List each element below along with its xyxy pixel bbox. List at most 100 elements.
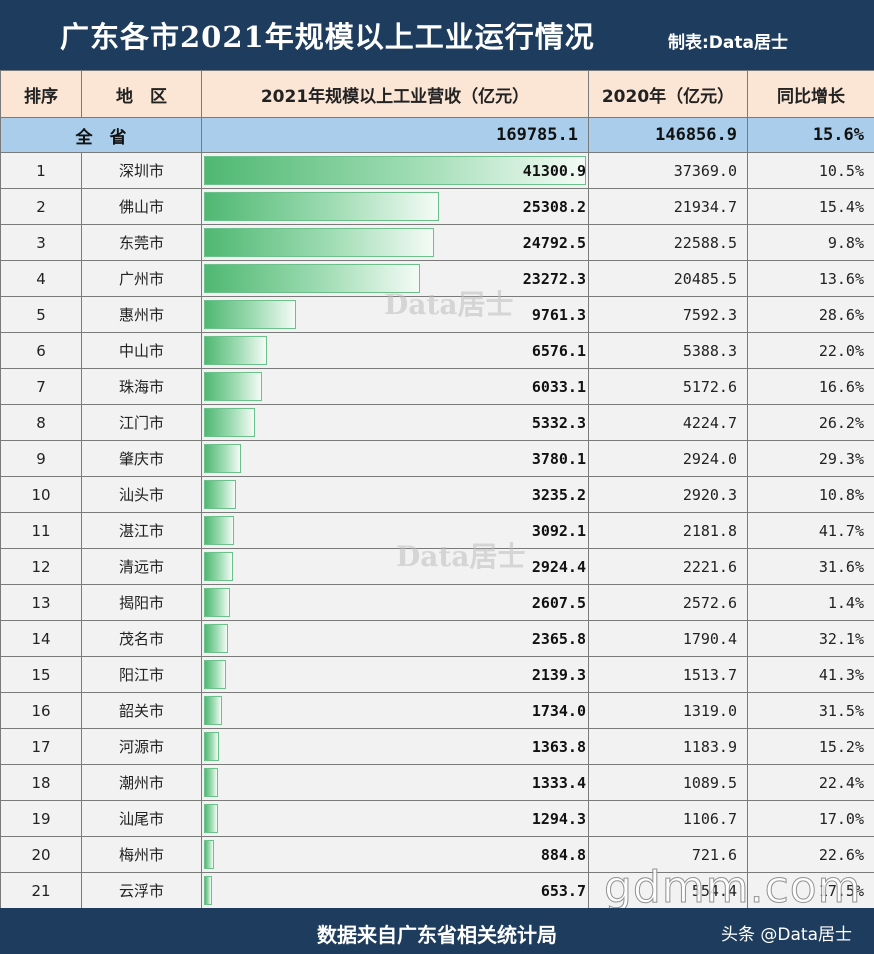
revenue-2020-cell: 7592.3 xyxy=(588,296,748,333)
table-row: 11 湛江市 3092.1 2181.8 41.7% xyxy=(0,512,874,549)
table-row: 1 深圳市 41300.9 37369.0 10.5% xyxy=(0,152,874,189)
revenue-2020-cell: 554.4 xyxy=(588,872,748,909)
growth-cell: 22.4% xyxy=(747,764,874,801)
revenue-2021-cell: 3092.1 xyxy=(201,512,589,549)
revenue-bar xyxy=(204,552,233,581)
revenue-2020-cell: 2920.3 xyxy=(588,476,748,513)
table-row: 6 中山市 6576.1 5388.3 22.0% xyxy=(0,332,874,369)
revenue-bar xyxy=(204,192,439,221)
revenue-2020-cell: 2924.0 xyxy=(588,440,748,477)
growth-cell: 9.8% xyxy=(747,224,874,261)
revenue-bar xyxy=(204,660,226,689)
growth-cell: 41.3% xyxy=(747,656,874,693)
table-row: 8 江门市 5332.3 4224.7 26.2% xyxy=(0,404,874,441)
rank-cell: 10 xyxy=(0,476,82,513)
rank-cell: 11 xyxy=(0,512,82,549)
revenue-bar xyxy=(204,408,256,437)
col-header-region: 地 区 xyxy=(81,70,202,118)
col-header-2021: 2021年规模以上工业营收（亿元） xyxy=(201,70,589,118)
revenue-2020-cell: 1513.7 xyxy=(588,656,748,693)
growth-cell: 41.7% xyxy=(747,512,874,549)
revenue-2020-cell: 1790.4 xyxy=(588,620,748,657)
rank-cell: 20 xyxy=(0,836,82,873)
revenue-bar xyxy=(204,804,218,833)
revenue-2021-value: 2365.8 xyxy=(531,629,586,648)
revenue-bar xyxy=(204,768,219,797)
table-row: 14 茂名市 2365.8 1790.4 32.1% xyxy=(0,620,874,657)
growth-cell: 15.2% xyxy=(747,728,874,765)
revenue-2021-value: 1734.0 xyxy=(531,701,586,720)
col-header-2020: 2020年（亿元） xyxy=(588,70,748,118)
city-cell: 东莞市 xyxy=(81,224,202,261)
rank-cell: 5 xyxy=(0,296,82,333)
growth-cell: 17.5% xyxy=(747,872,874,909)
city-cell: 江门市 xyxy=(81,404,202,441)
province-total-growth: 15.6% xyxy=(747,117,874,153)
revenue-bar xyxy=(204,264,421,293)
growth-cell: 32.1% xyxy=(747,620,874,657)
rank-cell: 21 xyxy=(0,872,82,909)
revenue-2021-cell: 6576.1 xyxy=(201,332,589,369)
rank-cell: 16 xyxy=(0,692,82,729)
growth-cell: 10.5% xyxy=(747,152,874,189)
revenue-2021-value: 3092.1 xyxy=(531,521,586,540)
city-cell: 汕头市 xyxy=(81,476,202,513)
city-cell: 广州市 xyxy=(81,260,202,297)
growth-cell: 31.5% xyxy=(747,692,874,729)
revenue-2021-cell: 24792.5 xyxy=(201,224,589,261)
city-cell: 云浮市 xyxy=(81,872,202,909)
revenue-bar xyxy=(204,372,262,401)
city-cell: 中山市 xyxy=(81,332,202,369)
rank-cell: 14 xyxy=(0,620,82,657)
revenue-2020-cell: 20485.5 xyxy=(588,260,748,297)
revenue-bar xyxy=(204,444,241,473)
revenue-2020-cell: 5172.6 xyxy=(588,368,748,405)
growth-cell: 31.6% xyxy=(747,548,874,585)
revenue-2021-value: 5332.3 xyxy=(531,413,586,432)
revenue-2021-value: 1363.8 xyxy=(531,737,586,756)
growth-cell: 26.2% xyxy=(747,404,874,441)
revenue-2021-cell: 1294.3 xyxy=(201,800,589,837)
table-row: 13 揭阳市 2607.5 2572.6 1.4% xyxy=(0,584,874,621)
city-cell: 阳江市 xyxy=(81,656,202,693)
city-cell: 湛江市 xyxy=(81,512,202,549)
revenue-2021-cell: 3780.1 xyxy=(201,440,589,477)
growth-cell: 13.6% xyxy=(747,260,874,297)
revenue-2021-value: 3235.2 xyxy=(531,485,586,504)
footer-bar: 数据来自广东省相关统计局 头条 @Data居士 xyxy=(0,908,874,954)
rank-cell: 7 xyxy=(0,368,82,405)
rank-cell: 13 xyxy=(0,584,82,621)
province-total-label: 全 省 xyxy=(0,117,202,153)
title-bar: 广东各市2021年规模以上工业运行情况 制表:Data居士 xyxy=(0,0,874,70)
table-row: 10 汕头市 3235.2 2920.3 10.8% xyxy=(0,476,874,513)
table-row: 15 阳江市 2139.3 1513.7 41.3% xyxy=(0,656,874,693)
revenue-2020-cell: 1089.5 xyxy=(588,764,748,801)
revenue-2021-cell: 5332.3 xyxy=(201,404,589,441)
growth-cell: 17.0% xyxy=(747,800,874,837)
revenue-2021-value: 653.7 xyxy=(540,881,586,900)
revenue-2021-value: 2139.3 xyxy=(531,665,586,684)
city-cell: 汕尾市 xyxy=(81,800,202,837)
revenue-2020-cell: 1319.0 xyxy=(588,692,748,729)
growth-cell: 28.6% xyxy=(747,296,874,333)
revenue-2021-value: 25308.2 xyxy=(522,197,586,216)
rank-cell: 3 xyxy=(0,224,82,261)
province-total-2021: 169785.1 xyxy=(201,117,589,153)
col-header-growth: 同比增长 xyxy=(747,70,874,118)
table-row: 18 潮州市 1333.4 1089.5 22.4% xyxy=(0,764,874,801)
growth-cell: 29.3% xyxy=(747,440,874,477)
rank-cell: 4 xyxy=(0,260,82,297)
city-cell: 珠海市 xyxy=(81,368,202,405)
revenue-2021-value: 9761.3 xyxy=(531,305,586,324)
credit-label: 制表:Data居士 xyxy=(668,33,788,53)
revenue-2021-value: 884.8 xyxy=(540,845,586,864)
table-row: 7 珠海市 6033.1 5172.6 16.6% xyxy=(0,368,874,405)
revenue-2020-cell: 5388.3 xyxy=(588,332,748,369)
city-cell: 茂名市 xyxy=(81,620,202,657)
table-row: 21 云浮市 653.7 554.4 17.5% xyxy=(0,872,874,909)
revenue-2020-cell: 4224.7 xyxy=(588,404,748,441)
revenue-2021-value: 2607.5 xyxy=(531,593,586,612)
table-row: 9 肇庆市 3780.1 2924.0 29.3% xyxy=(0,440,874,477)
revenue-bar xyxy=(204,516,235,545)
city-cell: 梅州市 xyxy=(81,836,202,873)
